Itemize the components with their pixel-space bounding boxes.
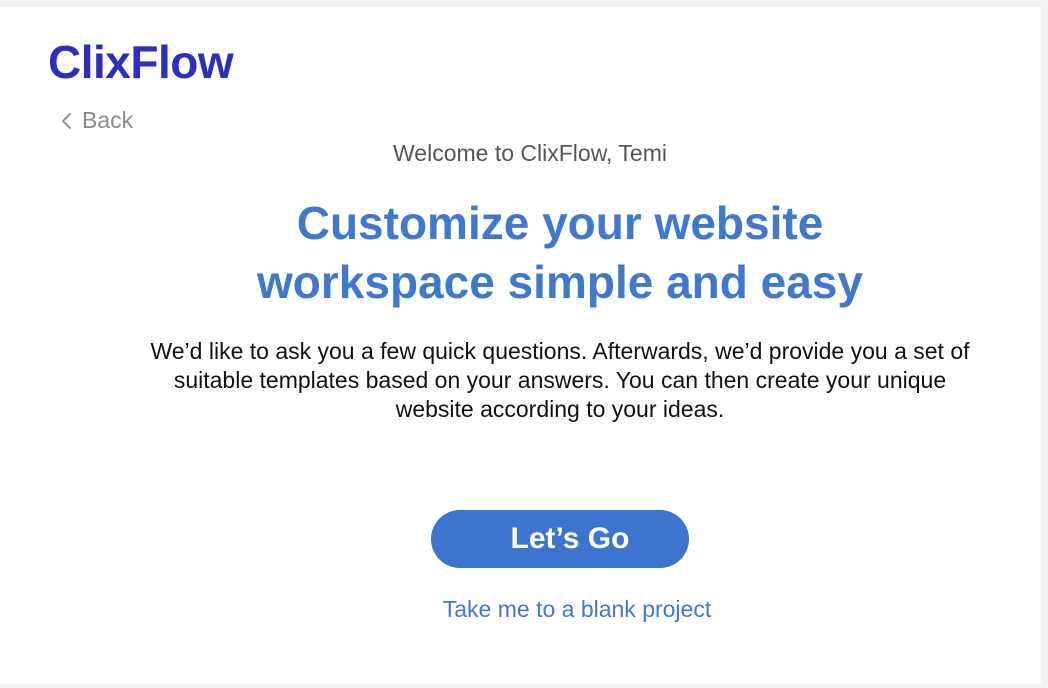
back-label: Back — [82, 107, 134, 133]
headline-line-1: Customize your website — [296, 197, 824, 249]
onboarding-panel: ClixFlow Back Welcome to ClixFlow, Temi … — [0, 7, 1041, 684]
brand-logo: ClixFlow — [48, 36, 234, 88]
lets-go-button[interactable]: Let’s Go — [431, 510, 689, 568]
blank-project-link[interactable]: Take me to a blank project — [0, 596, 1048, 623]
back-button[interactable]: Back — [60, 107, 133, 134]
welcome-message: Welcome to ClixFlow, Temi — [393, 140, 667, 166]
chevron-left-icon — [60, 111, 72, 131]
page-headline: Customize your website workspace simple … — [0, 194, 1048, 312]
headline-line-2: workspace simple and easy — [257, 256, 863, 308]
intro-description: We’d like to ask you a few quick questio… — [150, 338, 970, 422]
